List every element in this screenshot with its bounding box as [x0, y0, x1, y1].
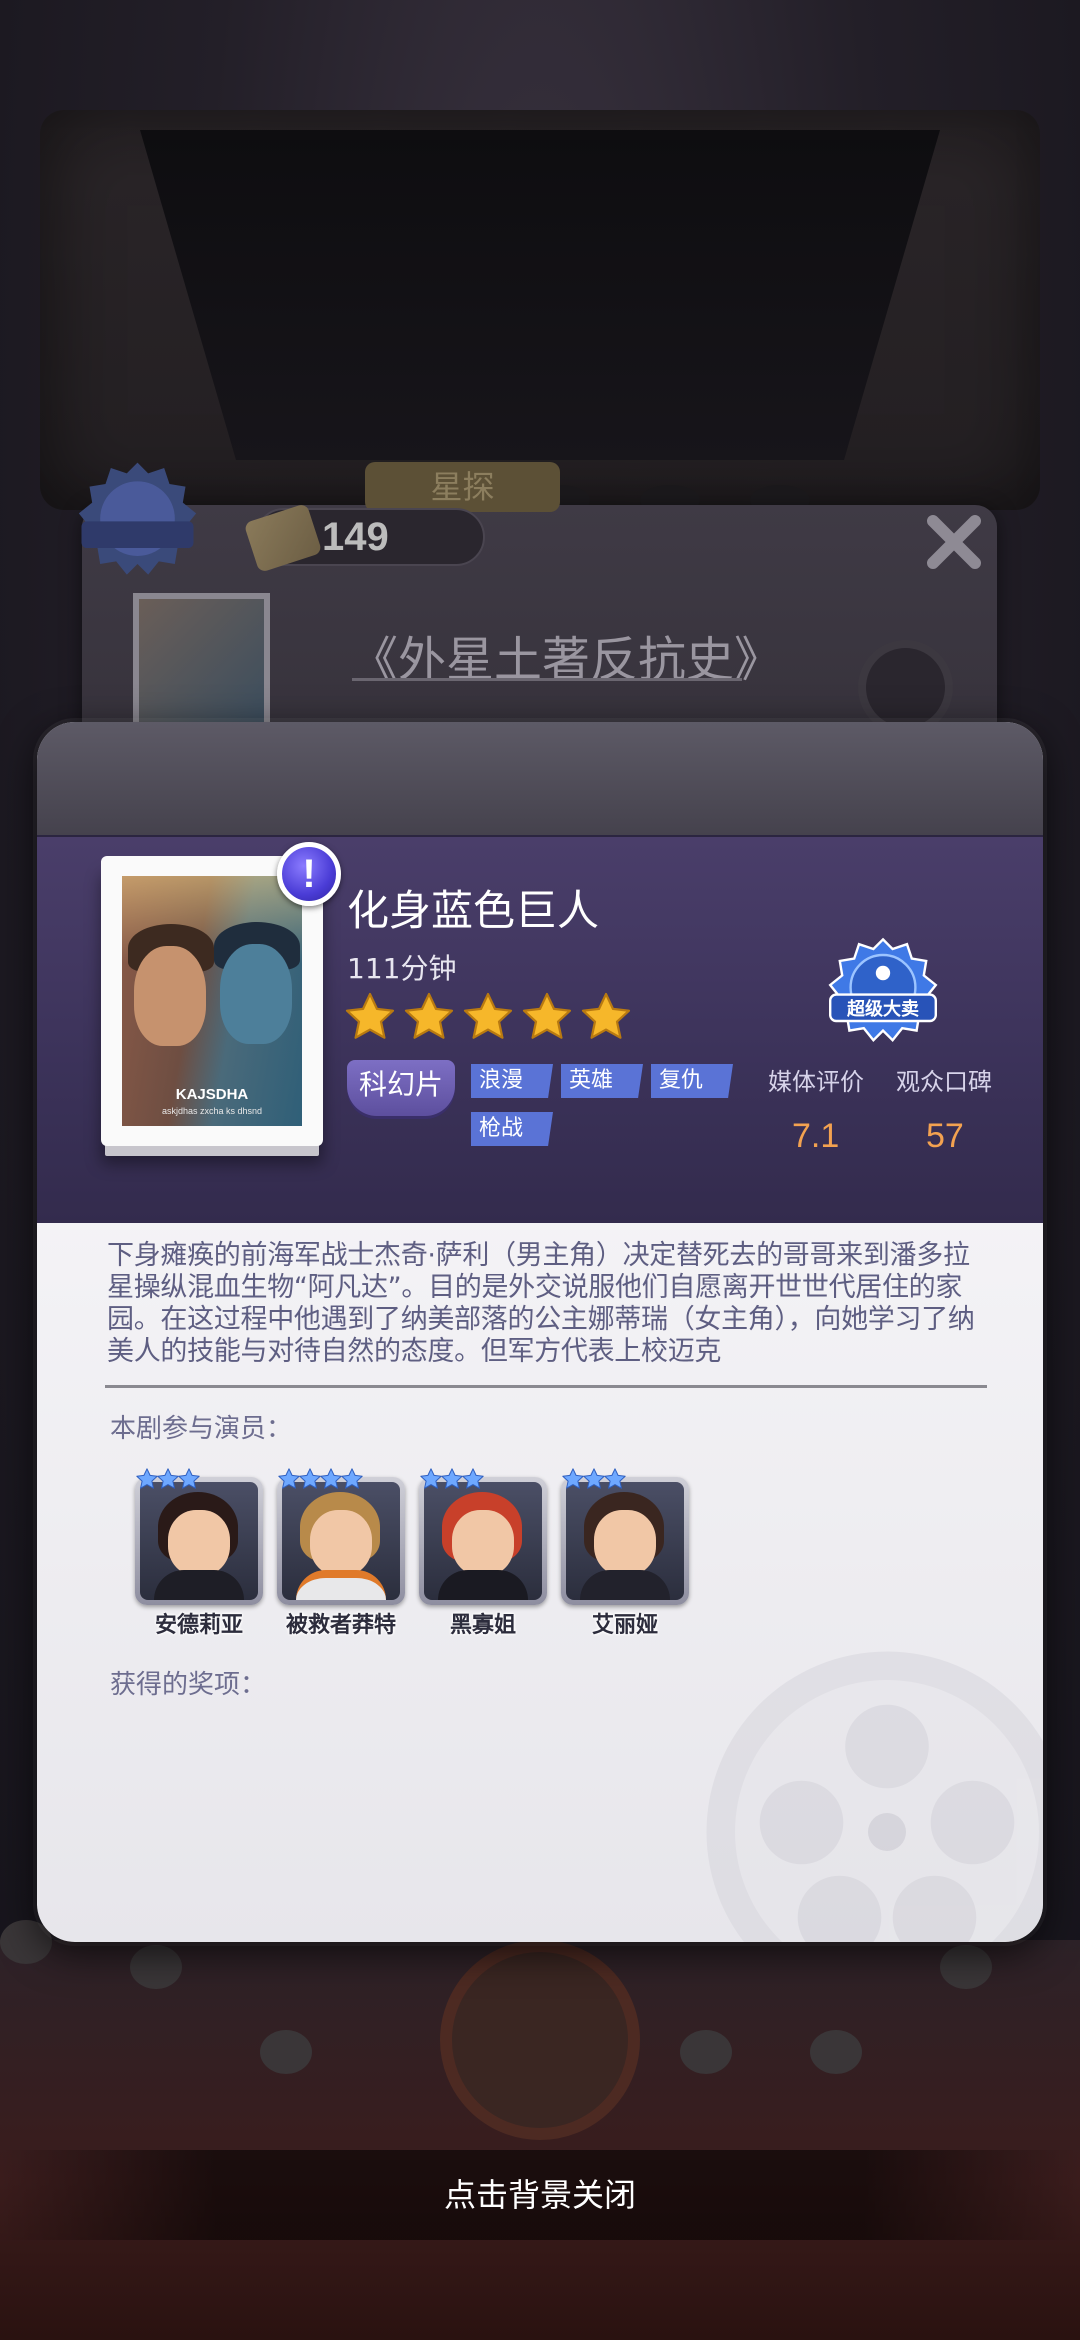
cast-member[interactable]: 艾丽娅: [561, 1467, 689, 1638]
bulb-icon: [810, 2030, 862, 2074]
star-icon: [581, 992, 631, 1039]
cast-stars: [561, 1467, 626, 1491]
star-icon: [178, 1468, 200, 1489]
scout-tag: 星探: [365, 462, 560, 512]
clock-icon: [440, 1940, 640, 2140]
genre-tag: 英雄: [561, 1064, 643, 1098]
cast-label: 本剧参与演员：: [110, 1414, 293, 1444]
cast-stars: [277, 1467, 363, 1491]
cast-member[interactable]: 被救者莽特: [277, 1467, 405, 1638]
dialog-header: [37, 722, 1043, 835]
badge-label: 超级大卖: [847, 998, 919, 1020]
star-icon: [463, 992, 513, 1039]
close-hint[interactable]: 点击背景关闭: [0, 2150, 1080, 2240]
genre-tag: 枪战: [471, 1112, 553, 1146]
genre-tag: 浪漫: [471, 1064, 553, 1098]
bulb-icon: [260, 2030, 312, 2074]
cast-name: 被救者莽特: [285, 1613, 396, 1638]
main-genre-badge: 科幻片: [347, 1060, 455, 1116]
background-stage: [140, 130, 940, 460]
bulb-icon: [940, 1945, 992, 1989]
star-icon: [345, 992, 395, 1039]
star-icon: [341, 1468, 363, 1489]
cast-member[interactable]: 安德莉亚: [135, 1467, 263, 1638]
cast-name: 安德莉亚: [154, 1613, 243, 1638]
film-reel-icon: [858, 640, 953, 735]
media-rating-label: 媒体评价: [768, 1068, 864, 1096]
cast-stars: [419, 1467, 484, 1491]
close-icon[interactable]: [925, 513, 983, 571]
awards-label: 获得的奖项：: [110, 1670, 267, 1700]
super-sale-badge-icon: 超级大卖: [828, 937, 938, 1042]
movie-title: 化身蓝色巨人: [347, 886, 600, 935]
cast-stars: [135, 1467, 200, 1491]
background-title-underline: [352, 678, 742, 681]
movie-duration: 111分钟: [347, 952, 457, 985]
cast-member[interactable]: 黑寡姐: [419, 1467, 547, 1638]
rating-stars: [343, 990, 633, 1044]
star-icon: [462, 1468, 484, 1489]
coin-count: 149: [322, 515, 389, 559]
movie-detail-dialog: KAJSDHA askjdhas zxcha ks dhsnd ! 化身蓝色巨人…: [37, 722, 1043, 1942]
media-rating-value: 7.1: [792, 1117, 840, 1155]
star-icon: [522, 992, 572, 1039]
cast-name: 艾丽娅: [591, 1613, 658, 1638]
poster-subcaption: askjdhas zxcha ks dhsnd: [161, 1106, 263, 1116]
cast-list: 安德莉亚 被救者莽特 黑寡姐 艾丽娅: [135, 1467, 689, 1638]
poster-caption: KAJSDHA: [175, 1086, 249, 1103]
star-icon: [404, 992, 454, 1039]
background-room: [40, 110, 1040, 515]
section-divider: [105, 1385, 987, 1388]
super-sale-badge-icon: [70, 460, 205, 580]
exclamation-icon[interactable]: !: [277, 842, 341, 906]
poster-image: KAJSDHA askjdhas zxcha ks dhsnd: [122, 876, 302, 1126]
film-reel-icon: [706, 1651, 1043, 1942]
cast-name: 黑寡姐: [449, 1613, 516, 1638]
audience-rating-label: 观众口碑: [896, 1068, 992, 1096]
audience-rating-value: 57: [926, 1117, 964, 1155]
genre-tag: 复仇: [651, 1064, 733, 1098]
background-poster: [133, 593, 270, 733]
star-icon: [604, 1468, 626, 1489]
bulb-icon: [680, 2030, 732, 2074]
movie-synopsis[interactable]: 下身瘫痪的前海军战士杰奇·萨利（男主角）决定替死去的哥哥来到潘多拉星操纵混血生物…: [107, 1240, 987, 1368]
bulb-icon: [130, 1945, 182, 1989]
